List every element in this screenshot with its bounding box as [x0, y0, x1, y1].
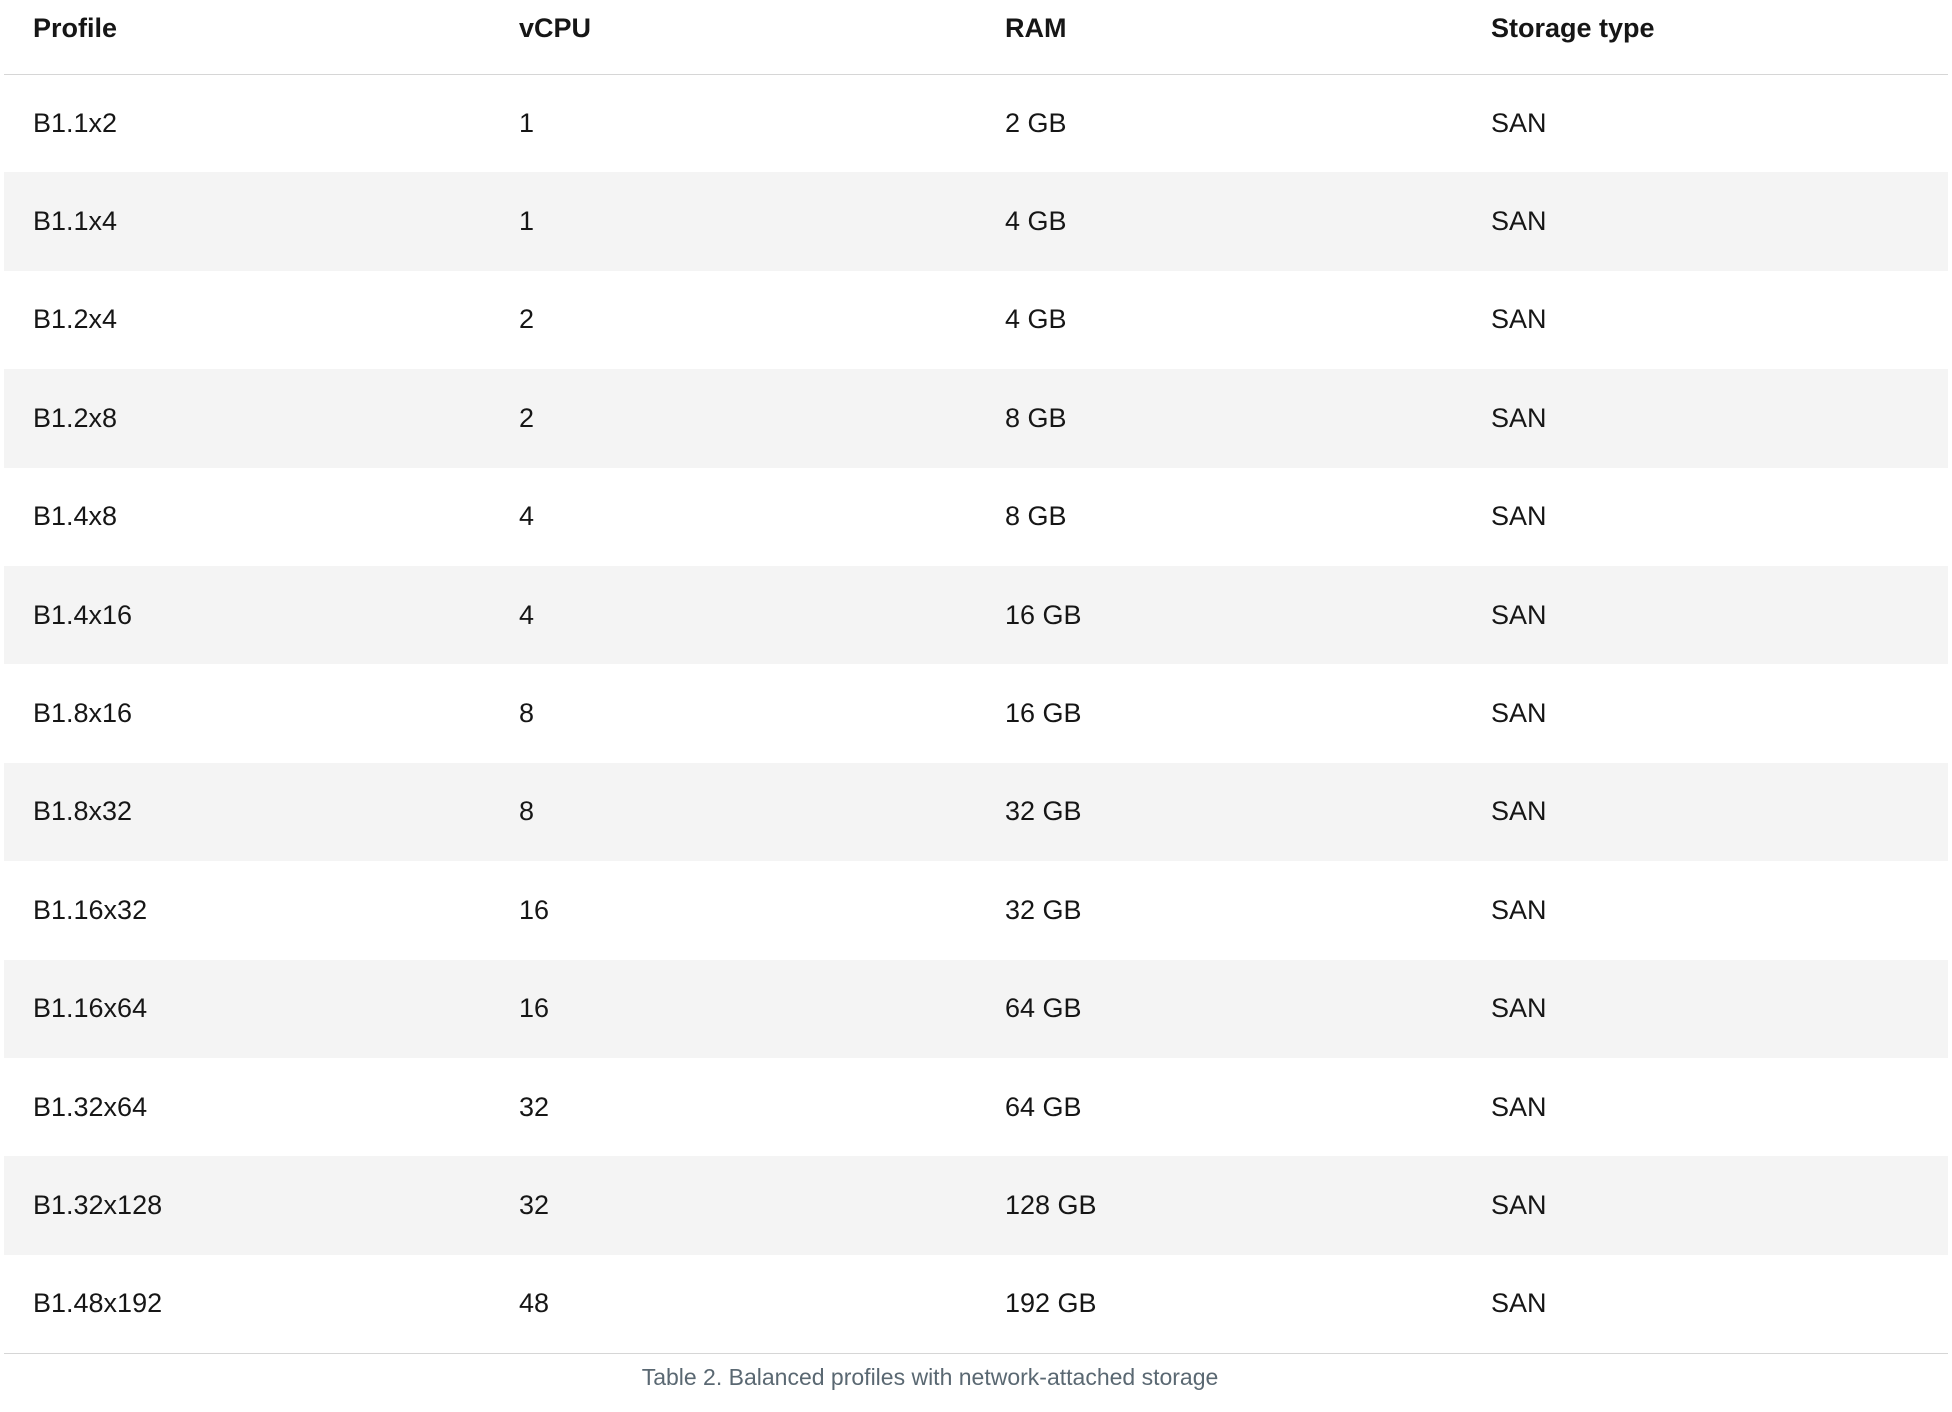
cell-storage-type: SAN	[1491, 107, 1547, 138]
cell-vcpu: 2	[519, 304, 535, 335]
cell-vcpu: 1	[519, 107, 535, 138]
cell-vcpu: 32	[490, 1156, 976, 1255]
table-row: B1.32x128 32 128 GB SAN	[4, 1156, 1948, 1255]
header-storage-type: Storage type	[1462, 0, 1948, 75]
cell-vcpu: 16	[490, 959, 976, 1058]
table-row: B1.4x8 4 8 GB SAN	[4, 468, 1948, 566]
table-row: B1.48x192 48 192 GB SAN	[4, 1254, 1948, 1354]
cell-profile: B1.16x32	[33, 894, 148, 925]
table-body: B1.1x2 1 2 GB SAN B1.1x4 1 4 GB SAN B1.2x4 2 4 GB S…	[4, 74, 1948, 1354]
cell-ram: 64 GB	[976, 959, 1462, 1058]
cell-vcpu: 32	[519, 1091, 550, 1122]
cell-ram: 32 GB	[976, 762, 1462, 862]
cell-profile: B1.16x64	[4, 959, 490, 1058]
cell-profile: B1.8x32	[4, 762, 490, 862]
cell-vcpu: 4	[490, 565, 976, 665]
cell-ram: 8 GB	[976, 369, 1462, 468]
table-row: B1.8x16 8 16 GB SAN	[4, 664, 1948, 762]
cell-vcpu: 4	[519, 501, 535, 532]
cell-ram: 2 GB	[1005, 107, 1067, 138]
cell-ram: 16 GB	[1005, 698, 1082, 729]
table-header: Profile vCPU RAM Storage type	[4, 0, 1948, 75]
cell-storage-type: SAN	[1491, 698, 1547, 729]
cell-ram: 192 GB	[976, 1254, 1462, 1354]
cell-profile: B1.2x8	[4, 369, 490, 468]
balanced-profiles-table: Profile vCPU RAM Storage type B1.1x2 1 2 G…	[4, 0, 1948, 1354]
cell-storage-type: SAN	[1462, 565, 1948, 665]
cell-ram: 4 GB	[1005, 304, 1067, 335]
cell-ram: 64 GB	[1005, 1091, 1082, 1122]
cell-storage-type: SAN	[1462, 172, 1948, 271]
cell-ram: 32 GB	[1005, 894, 1082, 925]
table-row: B1.1x4 1 4 GB SAN	[4, 172, 1948, 271]
table-row: B1.16x32 16 32 GB SAN	[4, 861, 1948, 959]
cell-profile: B1.8x16	[33, 698, 133, 729]
cell-vcpu: 2	[490, 369, 976, 468]
cell-vcpu: 8	[490, 762, 976, 862]
cell-ram: 16 GB	[976, 565, 1462, 665]
cell-vcpu: 48	[490, 1254, 976, 1354]
cell-storage-type: SAN	[1462, 1254, 1948, 1354]
header-row: Profile vCPU RAM Storage type	[4, 0, 1948, 75]
table-row: B1.2x4 2 4 GB SAN	[4, 271, 1948, 369]
cell-storage-type: SAN	[1491, 304, 1547, 335]
cell-storage-type: SAN	[1462, 959, 1948, 1058]
header-vcpu: vCPU	[490, 0, 976, 75]
table-row: B1.16x64 16 64 GB SAN	[4, 959, 1948, 1058]
cell-ram: 4 GB	[976, 172, 1462, 271]
cell-ram: 8 GB	[1005, 501, 1067, 532]
table-row: B1.1x2 1 2 GB SAN	[4, 74, 1948, 172]
header-profile: Profile	[4, 0, 490, 75]
profiles-table-container: Profile vCPU RAM Storage type B1.1x2 1 2 G…	[4, 0, 1948, 1354]
table-caption: Table 2. Balanced profiles with network-…	[641, 1364, 1219, 1390]
cell-profile: B1.32x128	[4, 1156, 490, 1255]
cell-profile: B1.4x8	[33, 501, 118, 532]
cell-storage-type: SAN	[1491, 1091, 1547, 1122]
table-row: B1.4x16 4 16 GB SAN	[4, 565, 1948, 665]
cell-storage-type: SAN	[1491, 501, 1547, 532]
table-row: B1.32x64 32 64 GB SAN	[4, 1058, 1948, 1156]
cell-vcpu: 16	[519, 894, 550, 925]
cell-profile: B1.1x2	[33, 107, 118, 138]
cell-vcpu: 1	[490, 172, 976, 271]
cell-ram: 128 GB	[976, 1156, 1462, 1255]
cell-profile: B1.32x64	[33, 1091, 148, 1122]
cell-profile: B1.2x4	[33, 304, 118, 335]
cell-storage-type: SAN	[1491, 894, 1547, 925]
cell-profile: B1.1x4	[4, 172, 490, 271]
cell-vcpu: 8	[519, 698, 535, 729]
table-row: B1.8x32 8 32 GB SAN	[4, 762, 1948, 862]
table-row: B1.2x8 2 8 GB SAN	[4, 369, 1948, 468]
cell-profile: B1.48x192	[4, 1254, 490, 1354]
cell-storage-type: SAN	[1462, 762, 1948, 862]
cell-storage-type: SAN	[1462, 369, 1948, 468]
header-ram: RAM	[976, 0, 1462, 75]
cell-profile: B1.4x16	[4, 565, 490, 665]
cell-storage-type: SAN	[1462, 1156, 1948, 1255]
